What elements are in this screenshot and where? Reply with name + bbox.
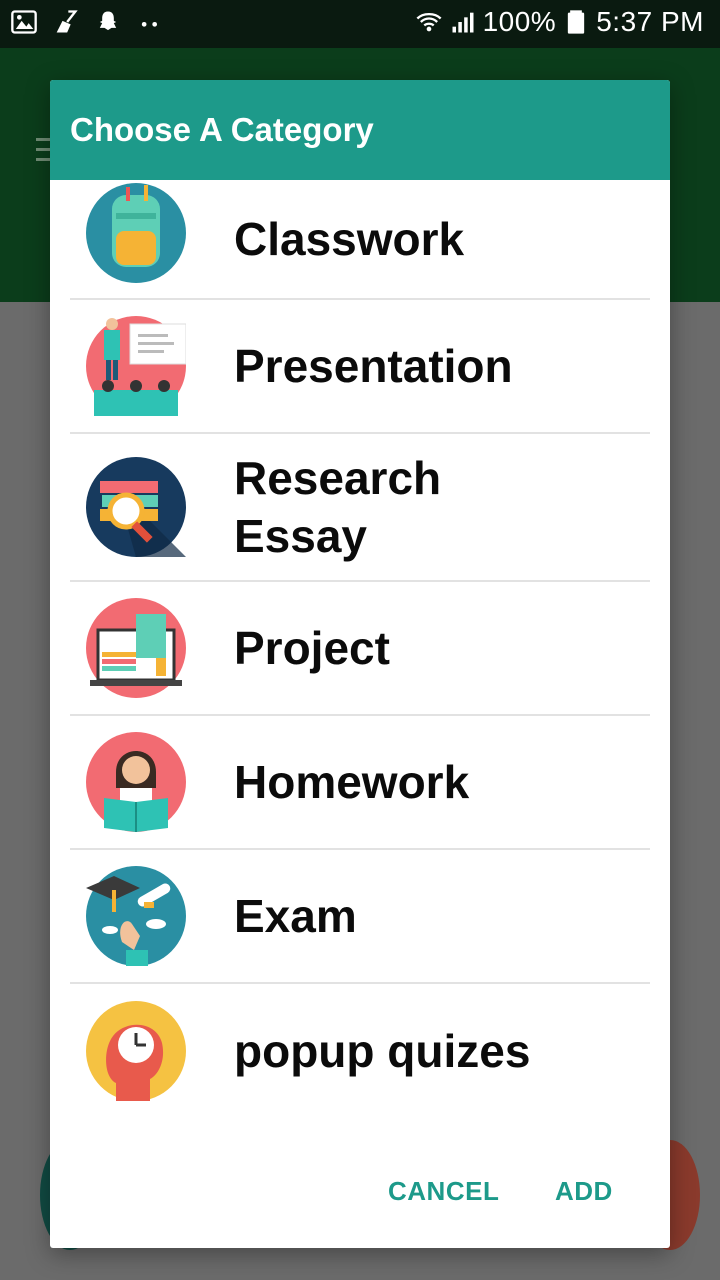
wifi-icon — [416, 12, 442, 32]
battery-percent: 100% — [482, 6, 557, 37]
more-dots-icon — [141, 22, 157, 27]
clock-head-icon — [86, 1001, 186, 1101]
category-item-homework[interactable]: Homework — [70, 716, 650, 850]
dialog-actions: CANCEL ADD — [50, 1138, 670, 1248]
dialog-header: Choose A Category — [50, 80, 670, 180]
category-label: Project — [234, 622, 390, 674]
research-books-icon — [86, 457, 186, 557]
category-label: Research Essay — [234, 452, 442, 562]
signal-icon — [452, 12, 474, 33]
snapchat-icon — [99, 11, 117, 31]
graduation-exam-icon — [86, 866, 186, 966]
category-label: Presentation — [234, 340, 513, 392]
homework-reading-icon — [86, 732, 186, 832]
category-item-classwork[interactable]: Classwork — [70, 180, 650, 300]
category-label: popup quizes — [234, 1025, 531, 1077]
category-label: Exam — [234, 890, 357, 942]
category-item-presentation[interactable]: Presentation — [70, 300, 650, 434]
project-laptop-icon — [86, 598, 186, 698]
category-list: Classwork Presentation Research Essay Pr… — [50, 180, 670, 1118]
battery-icon — [568, 10, 585, 34]
backpack-icon — [86, 183, 186, 283]
add-button[interactable]: ADD — [555, 1176, 613, 1207]
category-item-exam[interactable]: Exam — [70, 850, 650, 984]
category-item-popup-quizes[interactable]: popup quizes — [70, 984, 650, 1118]
category-item-project[interactable]: Project — [70, 582, 650, 716]
category-item-research-essay[interactable]: Research Essay — [70, 434, 650, 582]
category-dialog: Choose A Category Classwork Presentation… — [50, 80, 670, 1248]
clock: 5:37 PM — [596, 6, 704, 37]
category-label: Homework — [234, 756, 470, 808]
presentation-icon — [86, 316, 186, 416]
broom-icon — [56, 10, 78, 33]
category-label: Classwork — [234, 213, 465, 265]
image-icon — [11, 10, 37, 34]
status-bar: 100% 5:37 PM — [0, 0, 720, 48]
dialog-title: Choose A Category — [70, 111, 374, 148]
cancel-button[interactable]: CANCEL — [388, 1176, 499, 1207]
